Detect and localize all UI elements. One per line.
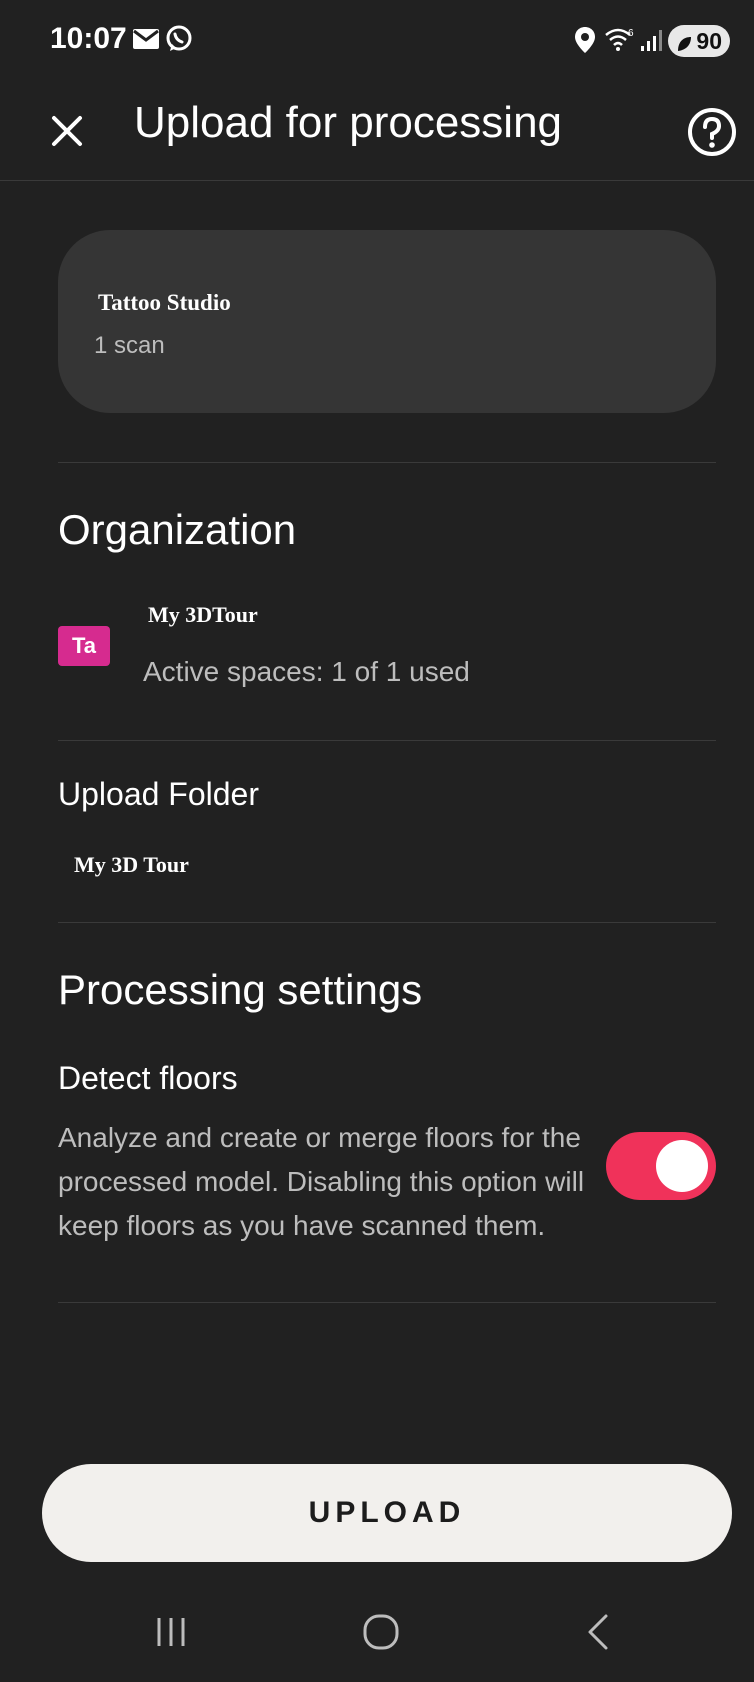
page-title: Upload for processing	[134, 98, 563, 147]
organization-heading: Organization	[58, 506, 297, 553]
recents-button[interactable]	[150, 1612, 192, 1657]
leaf-icon	[676, 32, 692, 59]
space-card[interactable]: Tattoo Studio 1 scan	[58, 230, 716, 413]
organization-name: My 3DTour	[148, 602, 258, 627]
help-icon	[688, 108, 736, 156]
divider	[58, 922, 716, 923]
toggle-knob	[656, 1140, 708, 1192]
close-button[interactable]	[44, 108, 90, 154]
organization-usage: Active spaces: 1 of 1 used	[143, 656, 470, 687]
back-button[interactable]	[578, 1612, 620, 1657]
location-icon	[574, 26, 596, 59]
recents-icon	[157, 1618, 185, 1646]
scan-count: 1 scan	[94, 332, 165, 359]
mail-icon	[132, 28, 160, 55]
signal-icon	[640, 28, 664, 57]
upload-button[interactable]: UPLOAD	[42, 1464, 732, 1562]
home-icon	[363, 1614, 399, 1650]
app-bar: Upload for processing	[0, 80, 754, 181]
help-button[interactable]	[686, 106, 738, 158]
detect-floors-description: Analyze and create or merge floors for t…	[58, 1122, 585, 1241]
upload-folder-heading: Upload Folder	[58, 776, 259, 812]
battery-level: 90	[696, 27, 722, 54]
detect-floors-label: Detect floors	[58, 1060, 238, 1096]
detect-floors-toggle[interactable]	[606, 1132, 716, 1200]
svg-text:6: 6	[628, 28, 634, 39]
close-icon	[52, 116, 82, 146]
whatsapp-icon	[164, 24, 194, 59]
organization-avatar: Ta	[58, 626, 110, 666]
battery-icon: 90	[668, 25, 730, 57]
processing-settings-heading: Processing settings	[58, 966, 423, 1013]
home-button[interactable]	[360, 1612, 402, 1657]
space-name: Tattoo Studio	[98, 290, 231, 315]
wifi-icon: 6	[604, 26, 636, 57]
divider	[58, 1302, 716, 1303]
back-icon	[588, 1614, 608, 1650]
upload-folder-name[interactable]: My 3D Tour	[74, 852, 189, 878]
status-bar: 10:07 6 90	[0, 0, 754, 80]
navigation-bar	[0, 1590, 754, 1682]
status-time: 10:07	[50, 22, 127, 55]
divider	[58, 462, 716, 463]
divider	[58, 740, 716, 741]
